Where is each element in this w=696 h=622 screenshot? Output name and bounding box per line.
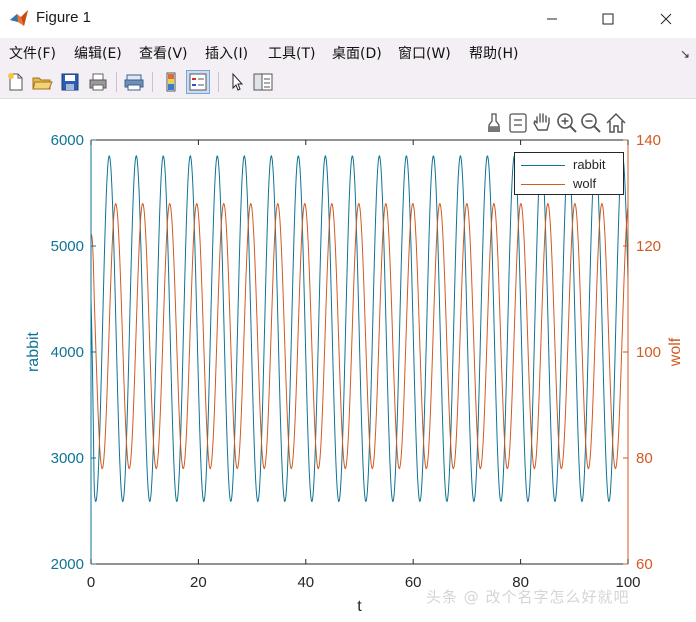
legend-icon[interactable] [186, 70, 210, 94]
close-icon [660, 13, 672, 25]
data-brush-icon[interactable] [482, 111, 506, 135]
property-inspector-icon[interactable] [252, 71, 274, 93]
menu-file[interactable]: 文件(F) [9, 43, 56, 63]
toolbar-separator [152, 72, 153, 92]
right-y-tick-label: 140 [636, 132, 661, 149]
x-tick-label: 60 [405, 574, 422, 591]
home-restore-icon[interactable] [604, 111, 628, 135]
close-button[interactable] [638, 0, 694, 38]
toolbar-separator [116, 72, 117, 92]
right-y-tick-label: 120 [636, 238, 661, 255]
new-figure-icon[interactable] [5, 71, 27, 93]
legend-line-wolf [521, 184, 565, 185]
right-y-tick-label: 80 [636, 450, 653, 467]
left-y-tick-label: 6000 [51, 132, 84, 149]
zoom-out-icon[interactable] [579, 111, 603, 135]
matlab-icon [10, 10, 28, 26]
x-axis-label: t [357, 598, 362, 615]
legend-label-rabbit: rabbit [573, 157, 606, 172]
menu-edit[interactable]: 编辑(E) [74, 43, 122, 63]
left-y-tick-label: 3000 [51, 450, 84, 467]
figure-toolbar [0, 66, 696, 99]
pointer-icon[interactable] [226, 71, 248, 93]
pan-hand-icon[interactable] [530, 111, 554, 135]
zoom-in-icon[interactable] [555, 111, 579, 135]
maximize-icon [602, 13, 614, 25]
left-y-tick-label: 5000 [51, 238, 84, 255]
datatip-icon[interactable] [506, 111, 530, 135]
legend-label-wolf: wolf [573, 176, 597, 191]
print-preview-icon[interactable] [123, 71, 145, 93]
menu-desktop[interactable]: 桌面(D) [332, 43, 382, 63]
menu-insert[interactable]: 插入(I) [205, 43, 248, 63]
legend-line-rabbit [521, 165, 565, 166]
toolbar-separator [218, 72, 219, 92]
right-y-tick-label: 100 [636, 344, 661, 361]
menu-help[interactable]: 帮助(H) [469, 43, 518, 63]
minimize-icon [547, 18, 557, 20]
print-icon[interactable] [87, 71, 109, 93]
x-tick-label: 40 [297, 574, 314, 591]
menu-window[interactable]: 窗口(W) [398, 43, 451, 63]
left-y-tick-label: 2000 [51, 556, 84, 573]
menu-overflow-icon[interactable]: ↘ [680, 47, 690, 61]
open-file-icon[interactable] [31, 71, 53, 93]
legend[interactable]: rabbit wolf [514, 152, 624, 195]
minimize-button[interactable] [524, 0, 580, 38]
left-y-tick-label: 4000 [51, 344, 84, 361]
title-bar: Figure 1 [0, 0, 696, 39]
watermark-text: 头条 @ 改个名字怎么好就吧 [426, 588, 630, 606]
figure-canvas: 0 20 40 60 80 100 2000 3000 4000 5000 6000 60 80 100 1… [0, 99, 696, 622]
maximize-button[interactable] [580, 0, 636, 38]
window-title: Figure 1 [36, 9, 92, 26]
x-tick-label: 20 [190, 574, 207, 591]
right-y-tick-label: 60 [636, 556, 653, 573]
save-icon[interactable] [59, 71, 81, 93]
menu-view[interactable]: 查看(V) [139, 43, 188, 63]
left-y-axis-label: rabbit [25, 331, 42, 372]
menu-tools[interactable]: 工具(T) [268, 43, 315, 63]
menu-bar: 文件(F) 编辑(E) 查看(V) 插入(I) 工具(T) 桌面(D) 窗口(W… [0, 38, 696, 66]
colorbar-icon[interactable] [160, 71, 182, 93]
x-tick-label: 0 [87, 574, 95, 591]
right-y-axis-label: wolf [667, 337, 684, 367]
